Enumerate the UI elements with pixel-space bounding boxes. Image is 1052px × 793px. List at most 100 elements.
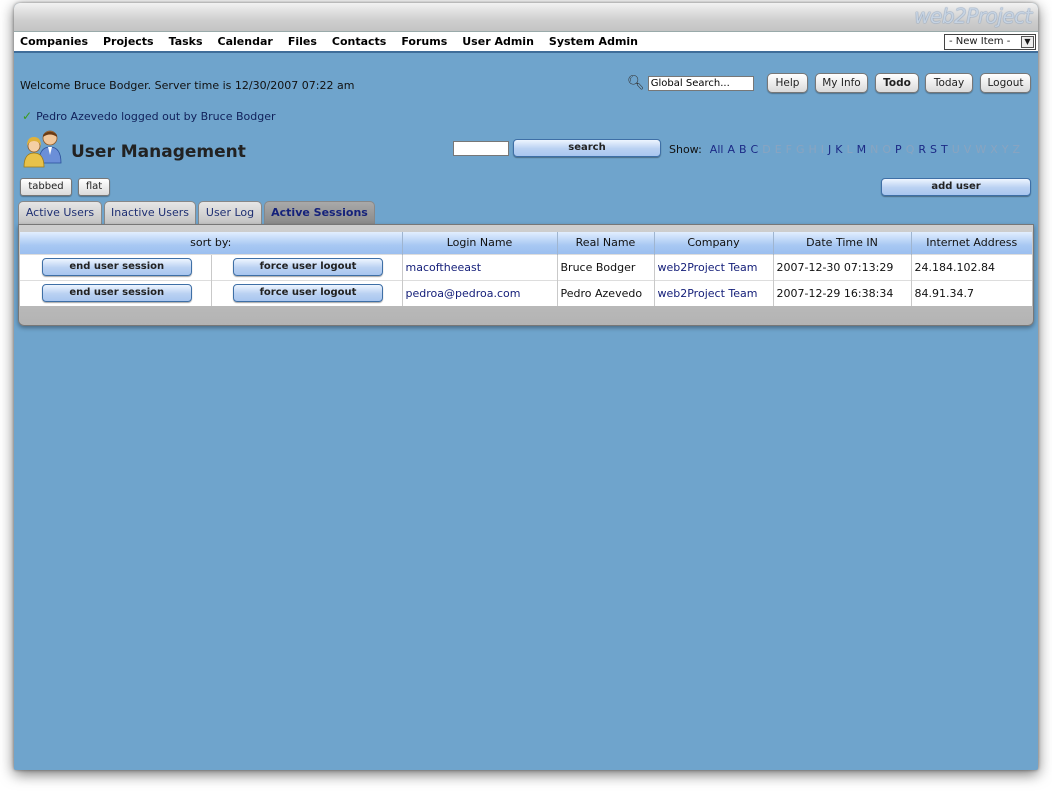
letter-filter-h: H [808, 143, 817, 156]
letter-filter-z: Z [1012, 143, 1021, 156]
table-header-row: sort by: Login Name Real Name Company Da… [20, 232, 1032, 254]
login-name-cell: pedroa@pedroa.com [401, 279, 557, 306]
sessions-table: sort by: Login Name Real Name Company Da… [20, 232, 1032, 306]
company-link[interactable]: web2Project Team [658, 287, 758, 300]
letter-filter-p[interactable]: P [895, 143, 902, 156]
company-cell: web2Project Team [653, 279, 773, 306]
tab-inactive-users[interactable]: Inactive Users [104, 201, 196, 224]
end-user-session-button[interactable]: end user session [41, 284, 192, 303]
letter-filter-x: X [990, 143, 998, 156]
page-title: User Management [71, 142, 246, 162]
force-logout-cell: force user logout [210, 253, 402, 280]
real-name-cell: Bruce Bodger [556, 253, 654, 280]
new-item-select-value: - New Item - [949, 36, 1011, 47]
checkmark-icon: ✓ [22, 109, 33, 123]
logout-button[interactable]: Logout [980, 73, 1031, 93]
welcome-text: Welcome Bruce Bodger. Server time is 12/… [20, 79, 355, 92]
title-bar: web2Project [14, 3, 1038, 31]
login-name-link[interactable]: macoftheeast [406, 261, 482, 274]
letter-filter-r[interactable]: R [918, 143, 926, 156]
letter-filter-w: W [975, 143, 987, 156]
letter-filter-j[interactable]: J [828, 143, 831, 156]
menu-item-tasks[interactable]: Tasks [169, 35, 203, 48]
force-logout-cell: force user logout [210, 279, 402, 306]
letter-filter-g: G [795, 143, 805, 156]
status-message: ✓ Pedro Azevedo logged out by Bruce Bodg… [22, 109, 276, 123]
sessions-panel: sort by: Login Name Real Name Company Da… [18, 224, 1034, 326]
letter-filter-a[interactable]: A [727, 143, 735, 156]
letter-filter-s[interactable]: S [930, 143, 937, 156]
letter-filter-q: Q [905, 143, 915, 156]
real-name-header[interactable]: Real Name [556, 232, 654, 254]
letter-filter-e: E [774, 143, 782, 156]
dropdown-arrow-icon: ▼ [1021, 36, 1034, 48]
force-user-logout-button[interactable]: force user logout [233, 284, 383, 303]
letter-filter-v: V [963, 143, 972, 156]
login-name-link[interactable]: pedroa@pedroa.com [406, 287, 521, 300]
company-link[interactable]: web2Project Team [658, 261, 758, 274]
date-time-in-cell: 2007-12-29 16:38:34 [772, 279, 911, 306]
global-search: 🔍︎ [627, 75, 754, 91]
users-icon [20, 129, 68, 169]
letter-filter-y: Y [1001, 143, 1009, 156]
menu-item-contacts[interactable]: Contacts [332, 35, 386, 48]
page-header: User Management [20, 129, 246, 169]
help-button[interactable]: Help [767, 73, 808, 93]
tab-active-users[interactable]: Active Users [18, 201, 102, 224]
letter-filter-c[interactable]: C [751, 143, 759, 156]
table-row: end user session force user logout pedro… [20, 279, 1032, 306]
letter-filter-k[interactable]: K [835, 143, 842, 156]
menu-item-files[interactable]: Files [288, 35, 317, 48]
menu-item-companies[interactable]: Companies [20, 35, 88, 48]
menu-item-forums[interactable]: Forums [401, 35, 447, 48]
add-user-button[interactable]: add user [881, 178, 1031, 196]
browser-window: web2Project Companies Projects Tasks Cal… [14, 3, 1038, 770]
todo-button[interactable]: Todo [875, 73, 919, 93]
my-info-button[interactable]: My Info [815, 73, 868, 93]
table-row: end user session force user logout macof… [20, 253, 1032, 280]
show-label: Show: [669, 143, 702, 156]
tab-user-log[interactable]: User Log [198, 201, 262, 224]
letter-filter-l: L [846, 143, 853, 156]
letter-filter-u: U [951, 143, 960, 156]
sort-by-header: sort by: [20, 232, 402, 254]
internet-address-header[interactable]: Internet Address [910, 232, 1032, 254]
letter-filter: Show: All A B C D E F G H I J K L M N O P Q R S T U V W X Y Z [669, 143, 1024, 156]
search-button[interactable]: search [513, 139, 661, 157]
user-filter-input[interactable] [453, 141, 509, 156]
end-session-cell: end user session [20, 253, 211, 280]
status-message-text: Pedro Azevedo logged out by Bruce Bodger [36, 109, 276, 123]
internet-address-cell: 84.91.34.7 [910, 279, 1032, 306]
letter-filter-o: O [882, 143, 892, 156]
flat-view-button[interactable]: flat [78, 178, 110, 196]
end-user-session-button[interactable]: end user session [41, 258, 192, 276]
company-cell: web2Project Team [653, 253, 773, 280]
force-user-logout-button[interactable]: force user logout [233, 258, 383, 276]
menu-item-user-admin[interactable]: User Admin [462, 35, 534, 48]
date-time-in-cell: 2007-12-30 07:13:29 [772, 253, 911, 280]
letter-filter-n: N [870, 143, 879, 156]
web2project-logo: web2Project [914, 4, 1032, 28]
search-icon: 🔍︎ [627, 75, 645, 91]
company-header[interactable]: Company [653, 232, 773, 254]
new-item-select[interactable]: - New Item - ▼ [944, 34, 1036, 50]
end-session-cell: end user session [20, 279, 211, 306]
letter-filter-t[interactable]: T [941, 143, 948, 156]
letter-filter-f: F [785, 143, 792, 156]
panel-footer [19, 307, 1033, 325]
letter-filter-all[interactable]: All [710, 143, 724, 156]
menu-item-projects[interactable]: Projects [103, 35, 154, 48]
tab-active-sessions[interactable]: Active Sessions [264, 201, 375, 224]
tabbed-view-button[interactable]: tabbed [20, 178, 72, 196]
menu-item-calendar[interactable]: Calendar [218, 35, 273, 48]
letter-filter-b[interactable]: B [739, 143, 747, 156]
today-button[interactable]: Today [925, 73, 973, 93]
main-menu: Companies Projects Tasks Calendar Files … [14, 31, 1038, 53]
letter-filter-i: I [820, 143, 825, 156]
letter-filter-d: D [762, 143, 771, 156]
global-search-input[interactable] [647, 75, 754, 91]
date-time-in-header[interactable]: Date Time IN [772, 232, 911, 254]
letter-filter-m[interactable]: M [857, 143, 867, 156]
menu-item-system-admin[interactable]: System Admin [549, 35, 638, 48]
login-name-header[interactable]: Login Name [401, 232, 557, 254]
